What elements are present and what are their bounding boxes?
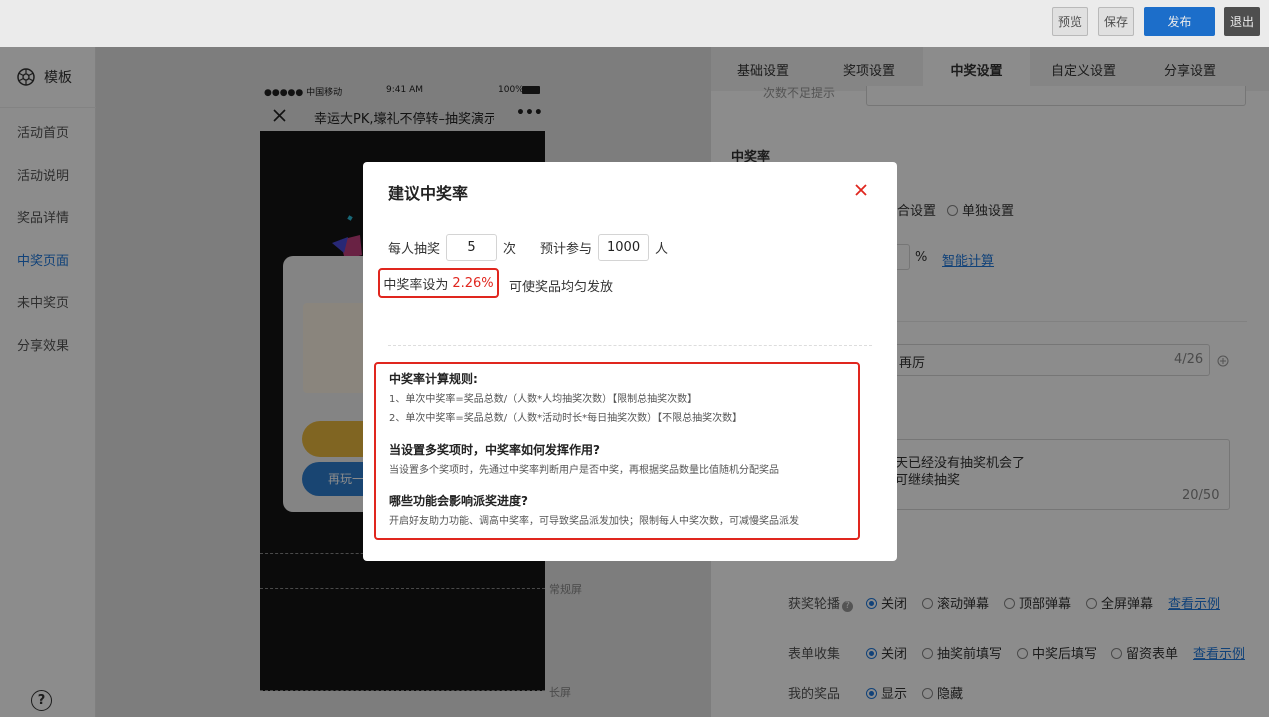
multi-prize-heading: 当设置多奖项时，中奖率如何发挥作用?: [389, 443, 600, 457]
rate-hint: 可使奖品均匀发放: [509, 280, 614, 295]
rules-heading: 中奖率计算规则:: [389, 372, 478, 386]
participants-label: 预计参与: [540, 241, 593, 257]
dialog-divider: [388, 345, 872, 346]
rate-value: 2.26%: [452, 275, 494, 291]
rate-label: 中奖率设为: [383, 277, 449, 293]
participants-input[interactable]: 1000: [598, 233, 650, 261]
suggested-rate-highlight: 中奖率设为 2.26%: [378, 268, 499, 298]
rules-highlight-box: 中奖率计算规则: 1、单次中奖率=奖品总数/（人数*人均抽奖次数）【限制总抽奖次…: [374, 362, 860, 540]
rule-line-1: 1、单次中奖率=奖品总数/（人数*人均抽奖次数）【限制总抽奖次数】: [389, 394, 698, 405]
progress-heading: 哪些功能会影响派奖进度?: [389, 494, 528, 508]
multi-prize-text: 当设置多个奖项时，先通过中奖率判断用户是否中奖，再根据奖品数量比值随机分配奖品: [389, 465, 779, 476]
per-person-label: 每人抽奖: [388, 241, 441, 257]
top-dim: [0, 0, 1269, 47]
rule-line-2: 2、单次中奖率=奖品总数/（人数*活动时长*每日抽奖次数）【不限总抽奖次数】: [389, 413, 743, 424]
calc-inputs-row: 每人抽奖 5 次 预计参与 1000 人: [388, 233, 668, 261]
per-person-input[interactable]: 5: [446, 233, 498, 261]
times-unit: 次: [503, 241, 517, 257]
dialog-title: 建议中奖率: [388, 184, 469, 203]
suggested-rate-dialog: 建议中奖率 每人抽奖 5 次 预计参与 1000 人 中奖率设为 2.26% 可…: [363, 162, 897, 561]
people-unit: 人: [655, 241, 669, 257]
close-icon[interactable]: [853, 182, 869, 198]
progress-text: 开启好友助力功能、调高中奖率，可导致奖品派发加快；限制每人中奖次数，可减慢奖品派…: [389, 516, 799, 527]
